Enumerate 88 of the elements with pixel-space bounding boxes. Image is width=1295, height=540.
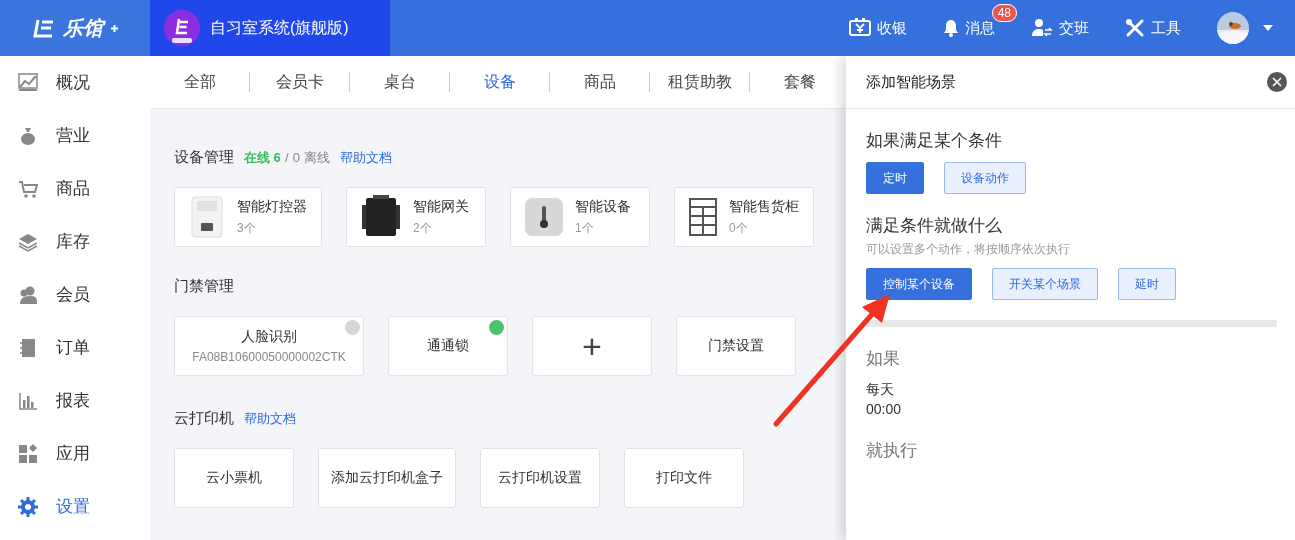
help-link[interactable]: 帮助文档: [339, 149, 392, 167]
money-bag-icon: [18, 125, 38, 146]
sidebar-item[interactable]: 会员: [0, 268, 150, 321]
door-device-name: 人脸识别: [241, 328, 297, 346]
device-card[interactable]: 智能设备 1个: [510, 187, 650, 247]
device-card[interactable]: 智能售货柜 0个: [674, 187, 814, 247]
header-action[interactable]: 交班: [1031, 18, 1089, 38]
device-name: 智能售货柜: [729, 197, 799, 216]
online-count: 在线 6: [244, 150, 281, 165]
help-link[interactable]: 帮助文档: [244, 410, 296, 428]
device-count: 0个: [729, 219, 749, 237]
device-card[interactable]: 智能网关 2个: [346, 187, 486, 247]
tab[interactable]: 设备: [450, 72, 550, 92]
printer-button[interactable]: 打印文件: [624, 448, 744, 508]
close-button[interactable]: [1267, 72, 1287, 92]
caret-icon[interactable]: [1263, 25, 1273, 31]
drawer-title: 添加智能场景: [866, 72, 956, 92]
summary-text: 00:00: [866, 400, 903, 419]
layers-icon: [18, 231, 38, 252]
summary-text: 每天: [866, 380, 895, 399]
ledger-icon: [18, 337, 38, 358]
sidebar-item[interactable]: 库存: [0, 215, 150, 268]
device-count: 2个: [413, 219, 433, 237]
tab[interactable]: 套餐: [750, 72, 850, 92]
header-action[interactable]: 工具: [1125, 18, 1181, 38]
bell-icon: [943, 19, 959, 37]
section-title: 门禁管理: [174, 277, 234, 296]
sidebar-item[interactable]: 设置: [0, 480, 150, 533]
apps-icon: [18, 443, 38, 464]
hint-text: 可以设置多个动作，将按顺序依次执行: [866, 241, 1071, 258]
action-button[interactable]: 开关某个场景: [992, 268, 1098, 300]
summary-heading: 如果: [866, 348, 901, 370]
offline-count: 0 离线: [292, 150, 330, 165]
cart-icon: [18, 178, 38, 199]
header-action[interactable]: 收银: [849, 18, 907, 38]
settings-icon: [18, 496, 38, 517]
sidebar-item[interactable]: 商品: [0, 162, 150, 215]
logo-icon: [32, 18, 55, 38]
device-name: 智能网关: [413, 197, 469, 216]
section-title: 云打印机: [174, 409, 234, 428]
condition-button[interactable]: 定时: [866, 162, 924, 194]
section-heading: 满足条件就做什么: [866, 215, 1003, 237]
sidebar-item[interactable]: 报表: [0, 374, 150, 427]
printer-button[interactable]: 添加云打印机盒子: [318, 448, 456, 508]
printer-button[interactable]: 云小票机: [174, 448, 294, 508]
condition-button[interactable]: 设备动作: [944, 162, 1026, 194]
add-button[interactable]: +: [532, 316, 652, 376]
separator: /: [285, 150, 289, 165]
device-count: 1个: [575, 219, 595, 237]
sparkle-icon: [110, 24, 118, 32]
sidebar-item[interactable]: 应用: [0, 427, 150, 480]
gateway-icon: [361, 195, 401, 239]
device-name: 智能灯控器: [237, 197, 307, 216]
door-settings-button[interactable]: 门禁设置: [676, 316, 796, 376]
brand-title: 自习室系统(旗舰版): [210, 17, 349, 38]
sidebar-item[interactable]: 营业: [0, 109, 150, 162]
door-device-card[interactable]: 通通锁: [388, 316, 508, 376]
brand-avatar-icon: [164, 10, 200, 46]
section-title: 设备管理: [174, 148, 234, 167]
device-name: 智能设备: [575, 197, 631, 216]
user-swap-icon: [1031, 18, 1053, 38]
device-card[interactable]: 智能灯控器 3个: [174, 187, 322, 247]
notification-badge: 48: [991, 4, 1017, 22]
switch-module-icon: [189, 195, 225, 239]
tab[interactable]: 桌台: [350, 72, 450, 92]
bar-chart-icon: [18, 390, 38, 411]
tab[interactable]: 商品: [550, 72, 650, 92]
tab[interactable]: 会员卡: [250, 72, 350, 92]
tools-icon: [1125, 18, 1145, 38]
thermometer-icon: [525, 198, 563, 236]
close-icon: [1272, 77, 1282, 87]
summary-heading: 就执行: [866, 440, 918, 462]
action-button[interactable]: 控制某个设备: [866, 268, 972, 300]
door-device-card[interactable]: 人脸识别 FA08B10600050000002CTK: [174, 316, 364, 376]
tab[interactable]: 租赁助教: [650, 72, 750, 92]
section-heading: 如果满足某个条件: [866, 130, 1003, 152]
tab[interactable]: 全部: [150, 72, 250, 92]
register-icon: [849, 18, 871, 38]
device-serial: FA08B10600050000002CTK: [192, 350, 346, 364]
door-device-name: 通通锁: [427, 337, 469, 355]
sidebar-item[interactable]: 概况: [0, 56, 150, 109]
chart-icon: [18, 72, 38, 93]
action-button[interactable]: 延时: [1118, 268, 1176, 300]
cabinet-icon: [689, 198, 717, 236]
sidebar-item[interactable]: 订单: [0, 321, 150, 374]
users-icon: [18, 284, 38, 305]
device-count: 3个: [237, 219, 257, 237]
printer-button[interactable]: 云打印机设置: [480, 448, 600, 508]
